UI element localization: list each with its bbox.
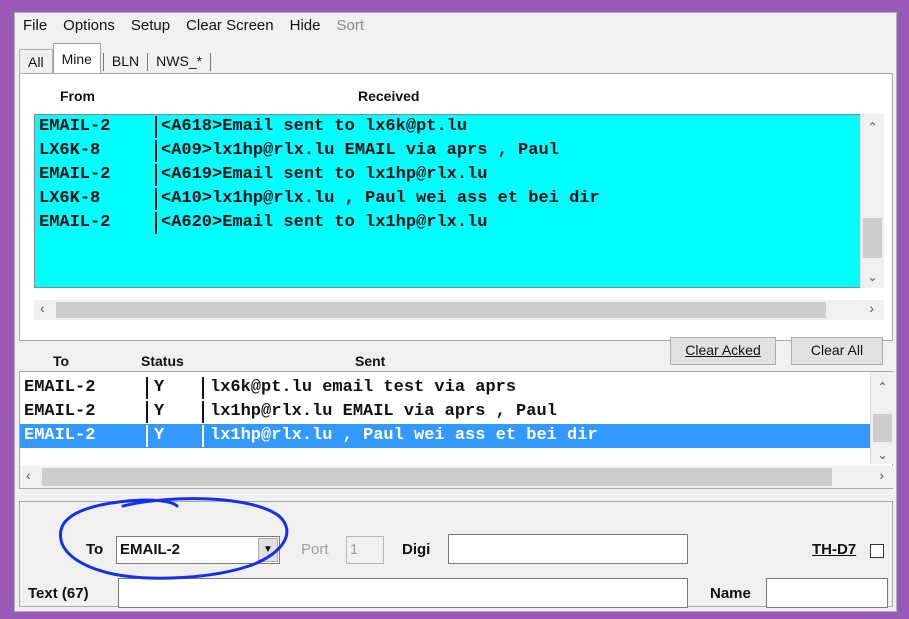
digi-input[interactable] bbox=[448, 534, 688, 564]
clear-all-button[interactable]: Clear All bbox=[791, 337, 883, 365]
menu-clear-screen[interactable]: Clear Screen bbox=[178, 13, 282, 39]
received-text: <A09>lx1hp@rlx.lu EMAIL via aprs , Paul bbox=[161, 141, 559, 160]
thd7-label[interactable]: TH-D7 bbox=[812, 541, 856, 558]
scroll-thumb[interactable] bbox=[42, 468, 832, 486]
received-list[interactable]: EMAIL-2 <A618>Email sent to lx6k@pt.lu L… bbox=[34, 114, 860, 288]
received-row[interactable]: EMAIL-2 <A618>Email sent to lx6k@pt.lu bbox=[35, 115, 860, 139]
sent-status: Y bbox=[154, 378, 165, 397]
sent-status-header[interactable]: Status bbox=[141, 353, 184, 369]
received-vertical-scrollbar[interactable]: ⌃ ⌄ bbox=[860, 114, 884, 288]
scroll-down-icon[interactable]: ⌄ bbox=[861, 270, 884, 284]
received-from-header[interactable]: From bbox=[60, 88, 95, 104]
scroll-left-icon[interactable]: ‹ bbox=[40, 300, 45, 316]
scroll-right-icon[interactable]: › bbox=[879, 467, 884, 483]
tab-divider bbox=[147, 53, 149, 71]
tab-bln[interactable]: BLN bbox=[106, 49, 145, 73]
menu-bar: File Options Setup Clear Screen Hide Sor… bbox=[15, 13, 896, 39]
message-text-input[interactable] bbox=[118, 578, 688, 608]
sent-to: EMAIL-2 bbox=[24, 426, 96, 445]
port-label: Port bbox=[301, 541, 329, 558]
sent-row[interactable]: EMAIL-2 Y lx1hp@rlx.lu EMAIL via aprs , … bbox=[20, 400, 870, 424]
clear-acked-button[interactable]: Clear Acked bbox=[670, 337, 776, 365]
sent-horizontal-scrollbar[interactable]: ‹ › bbox=[20, 466, 894, 488]
sent-row-selected[interactable]: EMAIL-2 Y lx1hp@rlx.lu , Paul wei ass et… bbox=[20, 424, 870, 448]
received-from: EMAIL-2 bbox=[39, 213, 111, 232]
scroll-right-icon[interactable]: › bbox=[869, 300, 874, 316]
sent-text: lx1hp@rlx.lu , Paul wei ass et bei dir bbox=[210, 426, 598, 445]
received-row[interactable]: LX6K-8 <A10>lx1hp@rlx.lu , Paul wei ass … bbox=[35, 187, 860, 211]
received-text: <A618>Email sent to lx6k@pt.lu bbox=[161, 117, 468, 136]
sent-vertical-scrollbar[interactable]: ⌃ ⌄ bbox=[870, 372, 894, 464]
scroll-up-icon[interactable]: ⌃ bbox=[871, 380, 894, 394]
digi-label: Digi bbox=[402, 541, 431, 558]
sent-row[interactable]: EMAIL-2 Y lx6k@pt.lu email test via aprs bbox=[20, 376, 870, 400]
sent-to: EMAIL-2 bbox=[24, 378, 96, 397]
tab-nws[interactable]: NWS_* bbox=[150, 49, 208, 73]
sent-to-header[interactable]: To bbox=[53, 353, 69, 369]
scroll-down-icon[interactable]: ⌄ bbox=[871, 448, 894, 462]
received-from: LX6K-8 bbox=[39, 141, 101, 160]
thd7-checkbox[interactable] bbox=[870, 544, 884, 558]
port-field: 1 bbox=[346, 536, 384, 564]
name-label: Name bbox=[710, 585, 751, 602]
sent-to: EMAIL-2 bbox=[24, 402, 96, 421]
sent-text: lx1hp@rlx.lu EMAIL via aprs , Paul bbox=[210, 402, 557, 421]
scroll-left-icon[interactable]: ‹ bbox=[26, 467, 31, 483]
received-from: EMAIL-2 bbox=[39, 117, 111, 136]
compose-panel: To EMAIL-2 ▼ Port 1 Digi TH-D7 Text (67)… bbox=[19, 501, 893, 608]
tab-mine[interactable]: Mine bbox=[52, 43, 101, 73]
tab-all[interactable]: All bbox=[19, 49, 53, 73]
sent-header: To Status Sent Clear Acked Clear All bbox=[19, 337, 893, 371]
sent-list[interactable]: EMAIL-2 Y lx6k@pt.lu email test via aprs… bbox=[20, 376, 870, 448]
received-panel: From Received EMAIL-2 <A618>Email sent t… bbox=[19, 73, 893, 341]
received-text: <A620>Email sent to lx1hp@rlx.lu bbox=[161, 213, 488, 232]
menu-setup[interactable]: Setup bbox=[123, 13, 178, 39]
menu-hide[interactable]: Hide bbox=[282, 13, 329, 39]
received-row[interactable]: EMAIL-2 <A620>Email sent to lx1hp@rlx.lu bbox=[35, 211, 860, 235]
aprs-messages-window: File Options Setup Clear Screen Hide Sor… bbox=[14, 12, 897, 612]
sent-panel: EMAIL-2 Y lx6k@pt.lu email test via aprs… bbox=[19, 371, 894, 489]
scroll-thumb[interactable] bbox=[56, 302, 826, 318]
received-received-header[interactable]: Received bbox=[358, 88, 419, 104]
scroll-up-icon[interactable]: ⌃ bbox=[861, 120, 884, 134]
received-row[interactable]: EMAIL-2 <A619>Email sent to lx1hp@rlx.lu bbox=[35, 163, 860, 187]
sent-status: Y bbox=[154, 426, 165, 445]
received-horizontal-scrollbar[interactable]: ‹ › bbox=[34, 300, 884, 320]
tab-strip: All Mine BLN NWS_* bbox=[19, 43, 213, 73]
to-value: EMAIL-2 bbox=[120, 541, 180, 558]
menu-file[interactable]: File bbox=[15, 13, 55, 39]
menu-options[interactable]: Options bbox=[55, 13, 123, 39]
tab-divider bbox=[210, 53, 212, 71]
received-from: EMAIL-2 bbox=[39, 165, 111, 184]
menu-sort: Sort bbox=[336, 17, 364, 34]
received-text: <A619>Email sent to lx1hp@rlx.lu bbox=[161, 165, 488, 184]
to-label: To bbox=[86, 541, 104, 558]
scroll-thumb[interactable] bbox=[863, 218, 882, 258]
received-text: <A10>lx1hp@rlx.lu , Paul wei ass et bei … bbox=[161, 189, 600, 208]
received-from: LX6K-8 bbox=[39, 189, 101, 208]
dropdown-arrow-icon[interactable]: ▼ bbox=[258, 538, 278, 562]
sent-sent-header[interactable]: Sent bbox=[355, 353, 385, 369]
received-row[interactable]: LX6K-8 <A09>lx1hp@rlx.lu EMAIL via aprs … bbox=[35, 139, 860, 163]
to-combobox[interactable]: EMAIL-2 ▼ bbox=[116, 536, 280, 564]
sent-status: Y bbox=[154, 402, 165, 421]
tab-divider bbox=[102, 53, 104, 71]
text-label: Text (67) bbox=[28, 585, 89, 602]
scroll-thumb[interactable] bbox=[873, 414, 892, 442]
name-input[interactable] bbox=[766, 578, 888, 608]
sent-text: lx6k@pt.lu email test via aprs bbox=[210, 378, 517, 397]
